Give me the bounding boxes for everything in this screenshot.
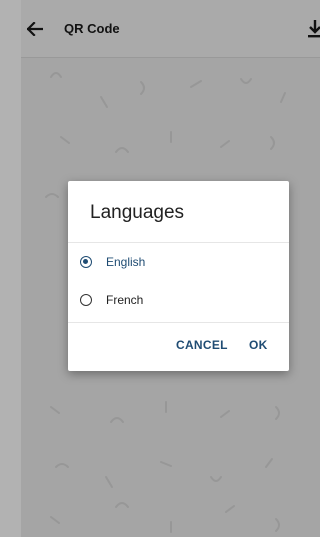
radio-selected-icon[interactable] [80, 256, 92, 268]
languages-dialog: Languages English French CANCEL OK [68, 181, 289, 371]
radio-unselected-icon[interactable] [80, 294, 92, 306]
language-option-english[interactable]: English [68, 243, 289, 281]
dialog-title: Languages [90, 202, 185, 223]
option-label: French [106, 293, 144, 307]
divider [68, 322, 289, 323]
ok-button[interactable]: OK [249, 338, 268, 352]
cancel-button[interactable]: CANCEL [176, 338, 228, 352]
language-option-french[interactable]: French [68, 281, 289, 319]
option-label: English [106, 255, 146, 269]
